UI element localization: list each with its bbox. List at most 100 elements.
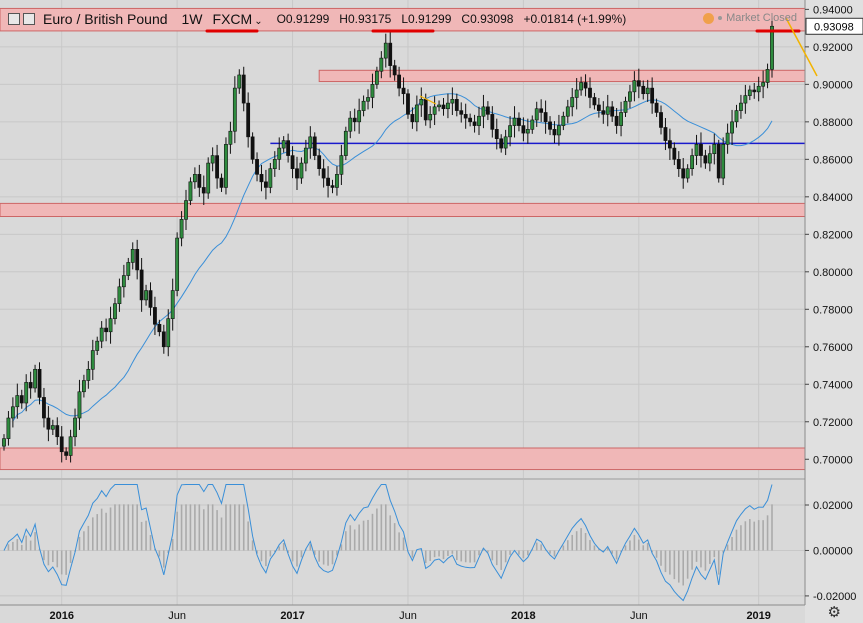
candle-body (690, 155, 694, 170)
candle-body (450, 99, 455, 104)
candle-body (10, 406, 15, 419)
candle-body (610, 106, 615, 117)
candle-body (743, 95, 748, 104)
candle-body (19, 395, 24, 404)
exchange-label: FXCM (212, 11, 253, 27)
change-value: +0.01814 (+1.99%) (523, 12, 627, 26)
candle-body (614, 115, 619, 126)
candle-body (397, 74, 401, 89)
candle-body (623, 100, 628, 113)
exchange-selector[interactable]: FXCM ⌄ (213, 11, 263, 27)
candle-body (557, 125, 561, 136)
candle-body (28, 382, 33, 389)
candle-body (339, 155, 344, 175)
candle-body (250, 136, 255, 160)
candle-body (721, 144, 726, 179)
candle-body (490, 114, 495, 130)
candle-body (55, 425, 60, 438)
interval-label[interactable]: 1W (182, 11, 203, 27)
candle-body (454, 99, 459, 111)
status-dot-icon (718, 16, 723, 20)
candle-body (343, 130, 348, 156)
candle-body (739, 102, 743, 111)
candle-body (561, 115, 566, 126)
candle-body (441, 104, 446, 110)
candle-body (68, 436, 73, 456)
candle-body (650, 87, 655, 104)
candle-body (2, 438, 6, 447)
settings-gear-icon[interactable]: ⚙ (828, 603, 841, 621)
candle-body (370, 84, 375, 98)
candle-body (534, 108, 539, 121)
candle-body (770, 25, 774, 70)
candle-body (192, 174, 197, 183)
candle-body (104, 327, 109, 333)
candle-body (419, 99, 424, 106)
candle-body (712, 144, 717, 155)
candle-body (570, 97, 575, 108)
candle-body (685, 168, 690, 179)
candle-body (383, 42, 388, 59)
candle-body (414, 104, 419, 123)
candle-body (237, 74, 242, 89)
candle-body (375, 70, 379, 85)
candle-body (286, 140, 291, 156)
candle-body (188, 181, 193, 201)
candle-body (539, 108, 544, 113)
candle-body (113, 303, 117, 319)
support-resistance-zone (0, 202, 806, 218)
candle-body (161, 331, 166, 348)
open-value: O0.91299 (276, 12, 330, 26)
candle-body (588, 87, 592, 98)
candle-body (565, 106, 570, 117)
candle-body (446, 102, 450, 110)
symbol-title[interactable]: Euro / British Pound (43, 11, 168, 27)
candle-body (477, 115, 481, 126)
expand-icon[interactable] (8, 13, 20, 25)
candle-body (530, 119, 535, 130)
candle-body (95, 340, 100, 351)
price-tick-label: 0.90000 (813, 79, 853, 91)
candle-body (77, 391, 82, 419)
candle-body (366, 97, 370, 102)
candle-body (699, 144, 703, 156)
candle-body (246, 102, 251, 138)
candle-body (117, 286, 122, 304)
candle-body (210, 155, 215, 164)
candle-body (335, 174, 339, 188)
candle-body (734, 110, 739, 123)
candle-body (672, 147, 677, 160)
time-tick-label: 2018 (511, 610, 535, 622)
candle-body (73, 417, 77, 438)
candle-body (272, 159, 277, 170)
candle-body (299, 162, 304, 179)
chevron-down-icon: ⌄ (254, 16, 263, 27)
support-resistance-zone (0, 447, 806, 471)
candle-body (37, 368, 42, 398)
candle-body (601, 110, 606, 115)
candle-body (290, 155, 295, 170)
candle-body (15, 395, 20, 408)
candle-body (148, 290, 153, 308)
candle-body (596, 104, 601, 111)
candle-body (641, 85, 646, 95)
chart-area[interactable]: 0.940000.920000.900000.880000.860000.840… (0, 0, 863, 623)
candle-body (175, 237, 180, 291)
candle-body (170, 290, 175, 319)
candle-body (99, 327, 104, 342)
candle-body (206, 162, 211, 194)
candle-body (308, 136, 313, 149)
candle-body (303, 147, 308, 164)
candle-body (485, 106, 490, 115)
candle-body (24, 382, 29, 404)
maximize-icon[interactable] (23, 13, 35, 25)
candle-body (215, 155, 219, 179)
candle-body (326, 177, 330, 186)
candle-body (472, 121, 477, 126)
candle-body (543, 112, 548, 123)
candle-body (628, 91, 632, 102)
candle-body (681, 168, 686, 179)
candle-body (468, 117, 473, 123)
candle-body (121, 275, 126, 288)
support-resistance-zone (318, 69, 806, 83)
